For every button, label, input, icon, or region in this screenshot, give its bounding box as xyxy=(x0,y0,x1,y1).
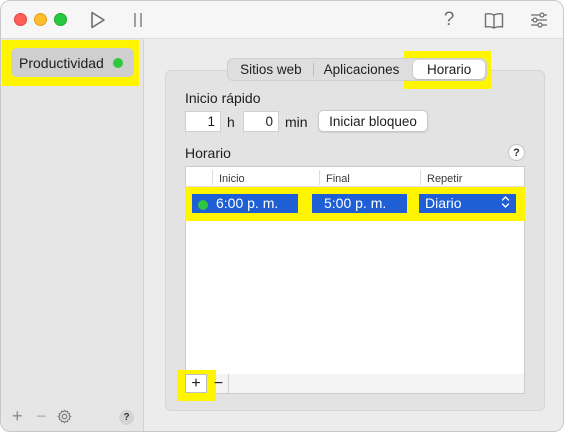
tab-sitios-web[interactable]: Sitios web xyxy=(229,60,313,79)
sidebar-item-productividad[interactable]: Productividad xyxy=(11,48,134,77)
tab-horario[interactable]: Horario xyxy=(413,60,486,79)
sidebar: Productividad + − ? xyxy=(1,39,144,431)
hours-unit-label: h xyxy=(227,114,235,130)
titlebar: ? xyxy=(1,1,563,39)
sidebar-item-label: Productividad xyxy=(19,54,104,71)
gear-icon[interactable] xyxy=(57,409,72,427)
column-header-inicio[interactable]: Inicio xyxy=(219,173,245,185)
start-time-value: 6:00 p. m. xyxy=(216,195,279,211)
column-divider xyxy=(212,170,213,185)
schedule-title: Horario xyxy=(185,145,231,161)
sliders-icon[interactable] xyxy=(528,9,550,31)
quick-start-title: Inicio rápido xyxy=(185,90,261,106)
close-window-button[interactable] xyxy=(14,13,27,26)
minutes-input[interactable]: 0 xyxy=(243,111,279,132)
repeat-value: Diario xyxy=(425,195,462,211)
table-footer xyxy=(185,374,525,394)
column-header-repetir[interactable]: Repetir xyxy=(427,173,462,185)
row-status-dot xyxy=(198,200,208,210)
column-divider xyxy=(319,170,320,185)
remove-blocklist-button[interactable]: − xyxy=(36,407,47,425)
start-block-button[interactable]: Iniciar bloqueo xyxy=(318,110,428,132)
app-window: ? Productividad + − ? Sitios web Aplicac… xyxy=(0,0,564,432)
schedule-help-button[interactable]: ? xyxy=(508,144,525,161)
chevron-updown-icon xyxy=(500,195,510,210)
minimize-window-button[interactable] xyxy=(34,13,47,26)
add-blocklist-button[interactable]: + xyxy=(12,407,23,425)
hours-input[interactable]: 1 xyxy=(185,111,221,132)
column-divider xyxy=(420,170,421,185)
column-header-final[interactable]: Final xyxy=(326,173,350,185)
help-button[interactable]: ? xyxy=(438,9,460,31)
sidebar-help-button[interactable]: ? xyxy=(119,410,134,425)
minutes-unit-label: min xyxy=(285,114,308,130)
tab-bar: Sitios web Aplicaciones Horario xyxy=(227,58,487,81)
pause-icon[interactable] xyxy=(127,9,149,31)
zoom-window-button[interactable] xyxy=(54,13,67,26)
status-dot xyxy=(113,58,123,68)
remove-schedule-button[interactable]: − xyxy=(209,374,229,393)
end-time-value: 5:00 p. m. xyxy=(324,195,387,211)
play-icon[interactable] xyxy=(87,9,109,31)
table-header: Inicio Final Repetir xyxy=(186,167,524,187)
book-icon[interactable] xyxy=(483,9,505,31)
add-schedule-button[interactable]: + xyxy=(185,374,207,393)
tab-aplicaciones[interactable]: Aplicaciones xyxy=(314,60,410,79)
